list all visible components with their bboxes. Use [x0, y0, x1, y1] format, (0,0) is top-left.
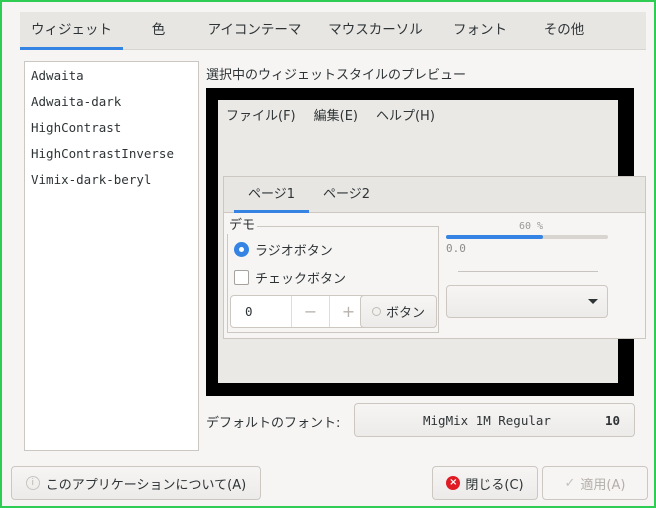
- check-button[interactable]: チェックボタン: [234, 268, 346, 287]
- preview-window: ファイル(F) 編集(E) ヘルプ(H) ページ1 ページ2 デモ ラジオボタン…: [218, 100, 646, 383]
- progress-bar: [446, 235, 608, 239]
- demo-label: デモ: [227, 218, 258, 234]
- tab-bar: ウィジェット 色 アイコンテーマ マウスカーソル フォント その他: [20, 12, 646, 50]
- preview-notebook: ページ1 ページ2 デモ ラジオボタン チェックボタン 0 − + ボタン 60…: [223, 176, 646, 339]
- check-label: チェックボタン: [255, 272, 347, 287]
- font-name: MigMix 1M Regular: [423, 412, 551, 428]
- demo-button-label: ボタン: [385, 306, 425, 321]
- notebook-tabs: ページ1 ページ2: [224, 177, 645, 213]
- font-size: 10: [604, 412, 620, 428]
- progress-text: 60 %: [519, 221, 544, 232]
- menu-edit[interactable]: 編集(E): [314, 105, 358, 124]
- progress-fill: [446, 235, 544, 239]
- spin-button: 0 − +: [230, 295, 368, 328]
- tab-other[interactable]: その他: [524, 12, 604, 50]
- tab-icon-theme[interactable]: アイコンテーマ: [194, 12, 315, 50]
- close-icon: ×: [446, 476, 461, 490]
- radio-selected-icon: [234, 242, 249, 257]
- preview-menubar: ファイル(F) 編集(E) ヘルプ(H): [218, 100, 618, 128]
- apply-label: 適用(A): [580, 477, 626, 493]
- about-label: このアプリケーションについて(A): [45, 477, 247, 493]
- menu-help[interactable]: ヘルプ(H): [376, 105, 435, 124]
- radio-button[interactable]: ラジオボタン: [234, 240, 333, 259]
- default-font-label: デフォルトのフォント:: [206, 416, 341, 431]
- preview-frame: ファイル(F) 編集(E) ヘルプ(H) ページ1 ページ2 デモ ラジオボタン…: [206, 88, 646, 396]
- close-label: 閉じる(C): [465, 477, 524, 493]
- spin-decrement-button[interactable]: −: [291, 296, 329, 327]
- theme-item-adwaita[interactable]: Adwaita: [25, 62, 198, 88]
- tab-widgets[interactable]: ウィジェット: [20, 12, 123, 50]
- demo-button[interactable]: ボタン: [360, 295, 437, 328]
- preview-label: 選択中のウィジェットスタイルのプレビュー: [206, 68, 467, 83]
- theme-list: Adwaita Adwaita-dark HighContrast HighCo…: [24, 61, 199, 451]
- spin-value[interactable]: 0: [231, 296, 291, 327]
- close-button[interactable]: × 閉じる(C): [432, 466, 538, 500]
- radio-label: ラジオボタン: [255, 244, 333, 259]
- theme-item-highcontrast[interactable]: HighContrast: [25, 114, 198, 140]
- combo-box[interactable]: [446, 285, 608, 318]
- tab-page2[interactable]: ページ2: [309, 177, 384, 213]
- theme-item-highcontrastinverse[interactable]: HighContrastInverse: [25, 140, 198, 166]
- about-button[interactable]: i このアプリケーションについて(A): [11, 466, 261, 500]
- menu-file[interactable]: ファイル(F): [226, 105, 296, 124]
- search-icon: [371, 307, 381, 316]
- font-chooser-button[interactable]: MigMix 1M Regular 10: [354, 403, 635, 437]
- info-icon: i: [25, 476, 40, 490]
- chevron-down-icon: [588, 299, 598, 304]
- theme-item-vimix-dark-beryl[interactable]: Vimix-dark-beryl: [25, 166, 198, 192]
- apply-button[interactable]: ✓ 適用(A): [542, 466, 648, 500]
- tab-page1[interactable]: ページ1: [234, 177, 310, 213]
- scale-track[interactable]: [458, 271, 598, 272]
- tab-mouse-cursor[interactable]: マウスカーソル: [315, 12, 436, 50]
- settings-window: ウィジェット 色 アイコンテーマ マウスカーソル フォント その他 Adwait…: [0, 0, 656, 508]
- tab-colors[interactable]: 色: [123, 12, 194, 50]
- tab-fonts[interactable]: フォント: [436, 12, 524, 50]
- checkmark-icon: ✓: [564, 475, 576, 491]
- scale-value: 0.0: [446, 242, 466, 255]
- checkbox-icon: [234, 270, 249, 285]
- theme-item-adwaita-dark[interactable]: Adwaita-dark: [25, 88, 198, 114]
